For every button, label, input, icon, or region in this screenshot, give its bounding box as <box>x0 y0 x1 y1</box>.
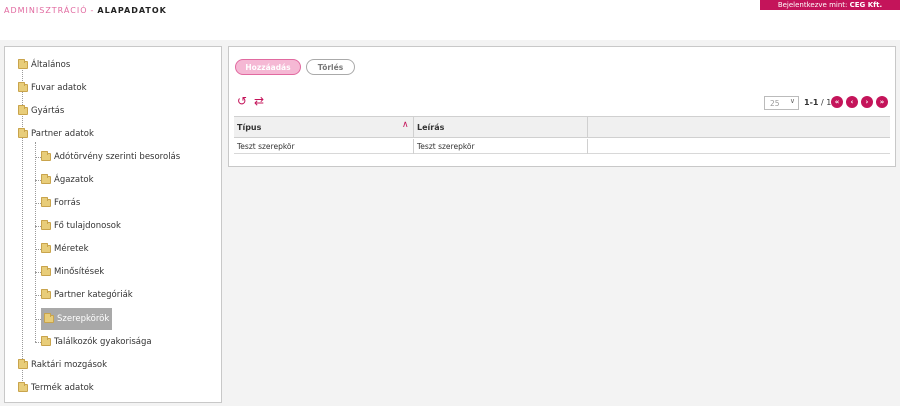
tree-item-minositesek[interactable]: Minősítések <box>41 265 104 279</box>
page-size-value: 25 <box>770 98 780 108</box>
tree-item-partner-kategoriak[interactable]: Partner kategóriák <box>41 288 133 302</box>
folder-icon <box>18 382 28 392</box>
breadcrumb-separator: - <box>90 6 95 15</box>
pager-info: 1-1 / 1 <box>804 98 831 107</box>
folder-icon <box>41 336 51 346</box>
main-panel: Hozzáadás Törlés ↺ ⇄ 25 ∨ 1-1 / 1 « ‹ › … <box>228 46 896 167</box>
refresh-icon[interactable]: ↺ <box>237 95 247 107</box>
column-header-leiras[interactable]: Leírás <box>417 117 444 137</box>
tree-item-label: Minősítések <box>54 267 105 277</box>
tree-item-fuvar-adatok[interactable]: Fuvar adatok <box>18 81 87 95</box>
folder-icon <box>41 174 51 184</box>
tree-item-adotorveny[interactable]: Adótörvény szerinti besorolás <box>41 150 180 164</box>
last-page-button[interactable]: » <box>876 96 888 108</box>
pager-separator: / <box>821 98 824 107</box>
tree-item-label: Szerepkörök <box>57 314 110 324</box>
column-separator <box>587 117 588 137</box>
swap-icon[interactable]: ⇄ <box>254 95 264 107</box>
breadcrumb-current: ALAPADATOK <box>97 6 167 15</box>
cell-leiras: Teszt szerepkör <box>417 142 475 151</box>
cell-tipus: Teszt szerepkör <box>237 142 295 151</box>
folder-icon <box>18 59 28 69</box>
folder-icon <box>18 82 28 92</box>
pager-range: 1-1 <box>804 98 819 107</box>
grid-header: Típus ∧ Leírás <box>234 116 890 138</box>
tree-item-label: Ágazatok <box>54 175 94 185</box>
tree-item-szerepkorok[interactable]: Szerepkörök <box>41 308 113 330</box>
tree-item-label: Fő tulajdonosok <box>54 221 121 231</box>
column-header-tipus[interactable]: Típus <box>237 117 261 137</box>
tree-item-meretek[interactable]: Méretek <box>41 242 89 256</box>
tree-item-termek-adatok[interactable]: Termék adatok <box>18 381 94 395</box>
folder-icon <box>41 220 51 230</box>
tree-item-label: Adótörvény szerinti besorolás <box>54 152 181 162</box>
tree-item-altalanos[interactable]: Általános <box>18 58 70 72</box>
next-page-button[interactable]: › <box>861 96 873 108</box>
tree-panel: Általános Fuvar adatok Gyártás Partner a… <box>4 46 222 403</box>
tree-item-label: Raktári mozgások <box>31 360 108 370</box>
table-row[interactable]: Teszt szerepkör Teszt szerepkör <box>234 139 890 154</box>
tree-connector <box>35 142 36 342</box>
prev-page-button[interactable]: ‹ <box>846 96 858 108</box>
tree-item-agazatok[interactable]: Ágazatok <box>41 173 94 187</box>
delete-button[interactable]: Törlés <box>306 59 355 75</box>
login-status: Bejelentkezve mint: CEG Kft. <box>760 0 900 10</box>
breadcrumb-root[interactable]: ADMINISZTRÁCIÓ <box>4 6 88 15</box>
top-bar: ADMINISZTRÁCIÓ - ALAPADATOK Bejelentkezve … <box>0 0 900 40</box>
tree-item-label: Termék adatok <box>31 383 94 393</box>
column-separator <box>587 139 588 154</box>
tree-item-label: Találkozók gyakorisága <box>54 337 152 347</box>
add-button[interactable]: Hozzáadás <box>235 59 301 75</box>
tree-item-label: Méretek <box>54 244 89 254</box>
tree-item-label: Partner kategóriák <box>54 290 133 300</box>
tree-item-label: Partner adatok <box>31 129 94 139</box>
tree-item-fo-tulajdonosok[interactable]: Fő tulajdonosok <box>41 219 121 233</box>
tree-item-label: Általános <box>31 60 71 70</box>
column-separator <box>413 139 414 154</box>
folder-icon <box>41 151 51 161</box>
folder-icon <box>41 289 51 299</box>
folder-icon <box>41 266 51 276</box>
folder-icon <box>41 243 51 253</box>
page-size-select[interactable]: 25 ∨ <box>764 96 799 110</box>
breadcrumb: ADMINISZTRÁCIÓ - ALAPADATOK <box>4 6 167 15</box>
tree-item-talalkozok-gyakorisaga[interactable]: Találkozók gyakorisága <box>41 335 152 349</box>
tree-item-partner-adatok[interactable]: Partner adatok <box>18 127 94 141</box>
first-page-button[interactable]: « <box>831 96 843 108</box>
folder-icon <box>44 313 54 323</box>
login-label: Bejelentkezve mint: <box>777 1 848 9</box>
tree-item-label: Gyártás <box>31 106 65 116</box>
chevron-down-icon: ∨ <box>789 97 795 105</box>
folder-icon <box>41 197 51 207</box>
sort-ascending-icon[interactable]: ∧ <box>402 120 409 130</box>
folder-icon <box>18 359 28 369</box>
folder-icon <box>18 128 28 138</box>
tree-item-gyartas[interactable]: Gyártás <box>18 104 64 118</box>
tree-item-label: Fuvar adatok <box>31 83 87 93</box>
login-company[interactable]: CEG Kft. <box>850 1 883 9</box>
column-separator <box>413 117 414 137</box>
tree-item-forras[interactable]: Forrás <box>41 196 80 210</box>
tree-item-label: Forrás <box>54 198 81 208</box>
folder-icon <box>18 105 28 115</box>
tree-item-raktari-mozgasok[interactable]: Raktári mozgások <box>18 358 107 372</box>
